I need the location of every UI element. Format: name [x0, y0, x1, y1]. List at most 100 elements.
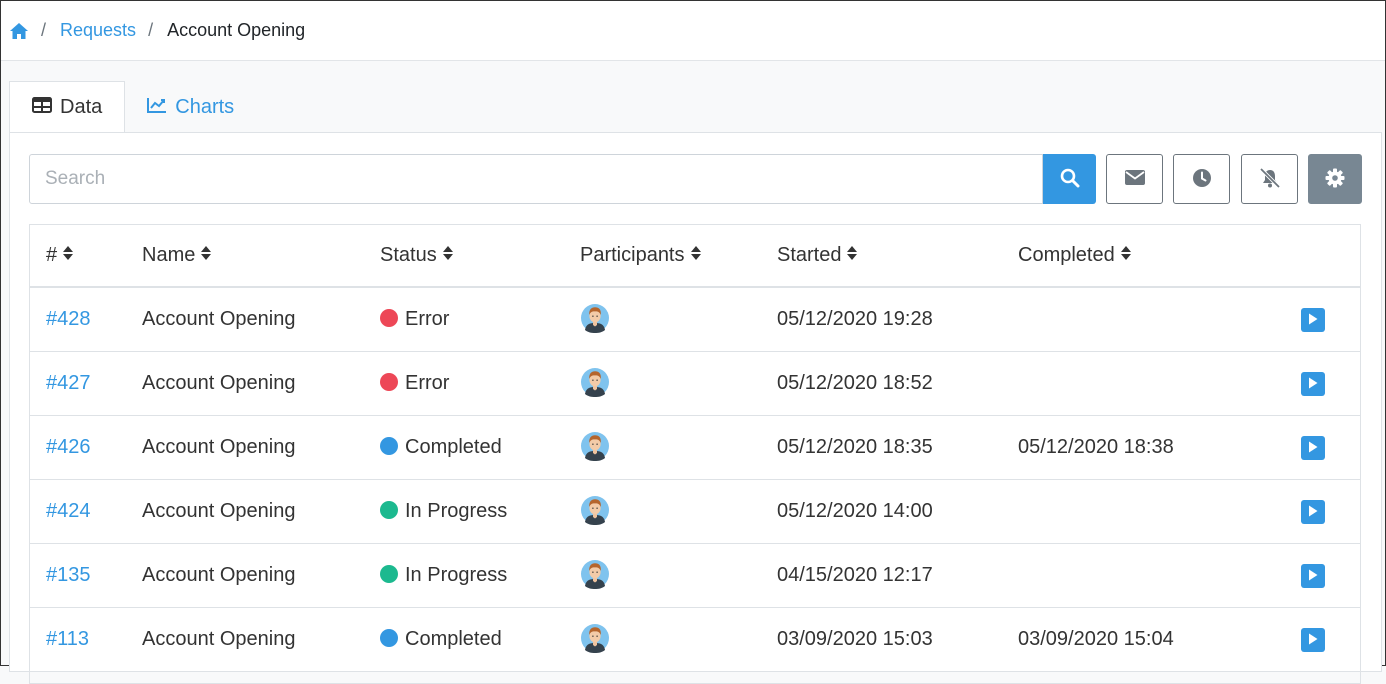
column-header-completed[interactable]: Completed [1018, 225, 1288, 288]
started-date: 04/15/2020 12:17 [777, 543, 1018, 608]
breadcrumb-requests-link[interactable]: Requests [60, 20, 136, 41]
data-panel: # Name Status Participants Started Compl… [9, 132, 1382, 684]
participant-avatar[interactable] [580, 557, 610, 595]
search-button[interactable] [1043, 154, 1096, 204]
completed-date: 05/12/2020 18:38 [1018, 415, 1288, 480]
breadcrumb-current: Account Opening [167, 20, 306, 40]
tab-data[interactable]: Data [9, 81, 126, 133]
participant-avatar[interactable] [580, 301, 610, 339]
table-row[interactable]: #113 Account Opening Completed 03/09/2020 1… [30, 607, 1360, 672]
status-dot [380, 437, 398, 455]
status-dot [380, 373, 398, 391]
status-text: Completed [405, 628, 502, 650]
play-icon [1308, 564, 1318, 587]
started-date: 05/12/2020 18:35 [777, 415, 1018, 480]
table-row[interactable]: #424 Account Opening In Progress 05/12/2020… [30, 479, 1360, 544]
view-tabs: Data Charts [9, 81, 256, 133]
status-text: In Progress [405, 500, 508, 522]
column-header-name[interactable]: Name [142, 225, 380, 288]
request-name: Account Opening [142, 543, 380, 608]
breadcrumb-separator: / [148, 20, 154, 40]
play-icon [1308, 308, 1318, 331]
sort-icon [62, 244, 74, 267]
open-request-button[interactable] [1301, 499, 1325, 524]
play-icon [1308, 628, 1318, 651]
open-request-button[interactable] [1301, 307, 1325, 332]
completed-date [1018, 287, 1288, 352]
status-text: In Progress [405, 564, 508, 586]
notifications-button[interactable] [1241, 154, 1298, 204]
search-bar [29, 154, 1096, 204]
status-text: Error [405, 308, 450, 330]
open-request-button[interactable] [1301, 627, 1325, 652]
status-dot [380, 501, 398, 519]
started-date: 03/09/2020 15:03 [777, 607, 1018, 672]
column-header-started[interactable]: Started [777, 225, 1018, 288]
request-id-link[interactable]: #427 [46, 372, 91, 394]
open-request-button[interactable] [1301, 371, 1325, 396]
open-request-button[interactable] [1301, 435, 1325, 460]
column-header-actions [1288, 225, 1360, 288]
status-text: Completed [405, 436, 502, 458]
request-name: Account Opening [142, 351, 380, 416]
table-icon [32, 96, 52, 119]
request-name: Account Opening [142, 287, 380, 352]
participant-avatar[interactable] [580, 429, 610, 467]
line-chart-icon [147, 96, 167, 119]
column-header-participants[interactable]: Participants [580, 225, 777, 288]
sort-icon [690, 244, 702, 267]
history-button[interactable] [1173, 154, 1230, 204]
participant-avatar[interactable] [580, 365, 610, 403]
started-date: 05/12/2020 18:52 [777, 351, 1018, 416]
request-name: Account Opening [142, 607, 380, 672]
clock-icon [1192, 168, 1212, 191]
sort-icon [1120, 244, 1132, 267]
play-icon [1308, 436, 1318, 459]
started-date: 05/12/2020 14:00 [777, 479, 1018, 544]
settings-button[interactable] [1308, 154, 1362, 204]
request-name: Account Opening [142, 415, 380, 480]
play-icon [1308, 372, 1318, 395]
participant-avatar[interactable] [580, 493, 610, 531]
status-dot [380, 629, 398, 647]
request-id-link[interactable]: #428 [46, 308, 91, 330]
started-date: 05/12/2020 19:28 [777, 287, 1018, 352]
envelope-icon [1124, 170, 1145, 188]
completed-date: 03/09/2020 15:04 [1018, 607, 1288, 672]
completed-date [1018, 479, 1288, 544]
tab-charts[interactable]: Charts [125, 81, 256, 133]
table-row[interactable]: #426 Account Opening Completed 05/12/2020 1… [30, 415, 1360, 480]
search-input[interactable] [29, 154, 1043, 204]
open-request-button[interactable] [1301, 563, 1325, 588]
request-id-link[interactable]: #113 [46, 628, 89, 650]
request-id-link[interactable]: #424 [46, 500, 91, 522]
request-name: Account Opening [142, 479, 380, 544]
breadcrumb-separator: / [41, 20, 47, 40]
requests-table: # Name Status Participants Started Compl… [29, 224, 1361, 684]
home-icon[interactable] [9, 22, 29, 40]
sort-icon [200, 244, 212, 267]
column-header-id[interactable]: # [30, 225, 142, 288]
sort-icon [846, 244, 858, 267]
gear-icon [1325, 168, 1345, 191]
status-text: Error [405, 372, 450, 394]
column-header-status[interactable]: Status [380, 225, 580, 288]
table-row[interactable]: #135 Account Opening In Progress 04/15/2020… [30, 543, 1360, 608]
table-row[interactable]: #428 Account Opening Error 05/12/2020 19:28 [30, 287, 1360, 352]
breadcrumb: / Requests / Account Opening [1, 1, 1385, 61]
tab-label: Charts [175, 95, 235, 118]
completed-date [1018, 543, 1288, 608]
email-button[interactable] [1106, 154, 1163, 204]
request-id-link[interactable]: #135 [46, 564, 91, 586]
bell-slash-icon [1258, 167, 1282, 191]
tab-label: Data [60, 95, 103, 118]
status-dot [380, 309, 398, 327]
table-row[interactable]: #427 Account Opening Error 05/12/2020 18:52 [30, 351, 1360, 416]
status-dot [380, 565, 398, 583]
sort-icon [442, 244, 454, 267]
table-header-row: # Name Status Participants Started Compl… [30, 225, 1360, 288]
completed-date [1018, 351, 1288, 416]
request-id-link[interactable]: #426 [46, 436, 91, 458]
participant-avatar[interactable] [580, 621, 610, 659]
play-icon [1308, 500, 1318, 523]
